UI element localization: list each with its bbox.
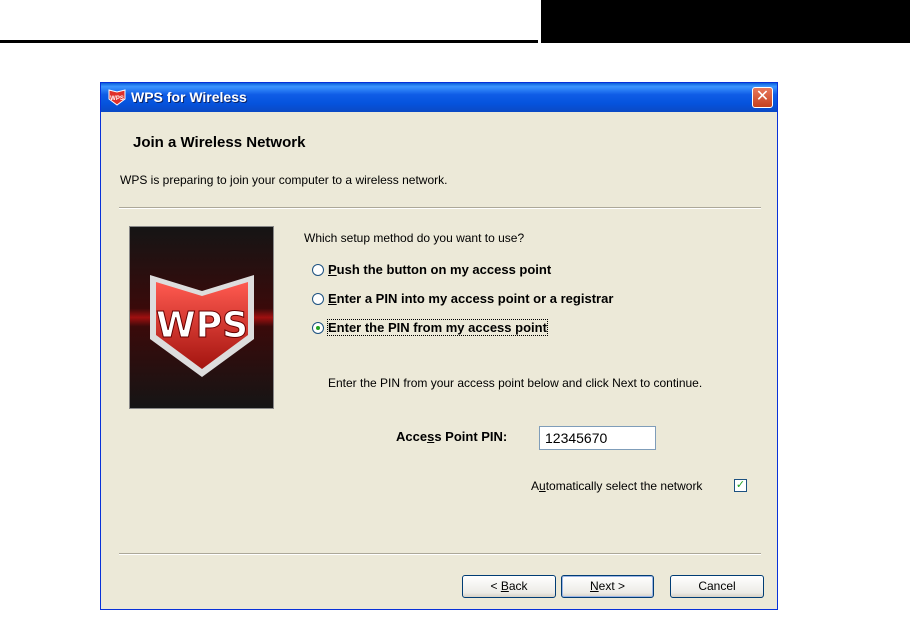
close-icon: ✕ — [755, 88, 770, 105]
wps-shield-icon: WPS — [108, 89, 126, 106]
svg-text:WPS: WPS — [110, 96, 124, 102]
radio-enter-pin-registrar[interactable] — [312, 292, 324, 305]
radio-pin-from-access-point[interactable] — [312, 321, 324, 334]
option-pin-from-access-point[interactable]: Enter the PIN from my access point — [312, 319, 548, 337]
close-button[interactable]: ✕ — [752, 87, 773, 108]
checkmark-icon: ✓ — [735, 479, 746, 491]
document-header-line — [0, 40, 538, 43]
header-panel: Join a Wireless Network WPS is preparing… — [101, 112, 777, 207]
setup-question: Which setup method do you want to use? — [304, 231, 525, 245]
title-bar[interactable]: WPS WPS for Wireless ✕ — [101, 83, 777, 112]
pin-instruction: Enter the PIN from your access point bel… — [328, 376, 703, 390]
wps-logo-text: WPS — [156, 305, 248, 346]
footer-divider — [119, 553, 761, 555]
wps-dialog-window: WPS WPS for Wireless ✕ Join a Wireless N… — [100, 82, 778, 610]
pin-label: Access Point PIN: — [396, 429, 508, 444]
access-point-pin-input[interactable]: 12345670 — [539, 426, 656, 450]
radio-push-button[interactable] — [312, 263, 324, 276]
option-push-button[interactable]: Push the button on my access point — [312, 261, 551, 279]
auto-select-checkbox[interactable]: ✓ — [734, 479, 747, 492]
wps-logo-graphic: WPS — [130, 227, 273, 408]
wps-logo-image: WPS — [129, 226, 274, 409]
document-header-block — [541, 0, 910, 43]
cancel-button[interactable]: Cancel — [670, 575, 764, 598]
header-divider — [119, 207, 761, 209]
option-enter-pin-registrar[interactable]: Enter a PIN into my access point or a re… — [312, 290, 613, 308]
page-title: Join a Wireless Network — [133, 134, 306, 151]
next-button[interactable]: Next > — [561, 575, 654, 598]
page-subtitle: WPS is preparing to join your computer t… — [120, 173, 448, 187]
auto-select-label: Automatically select the network — [531, 479, 703, 493]
window-title: WPS for Wireless — [131, 89, 247, 105]
back-button[interactable]: < Back — [462, 575, 556, 598]
